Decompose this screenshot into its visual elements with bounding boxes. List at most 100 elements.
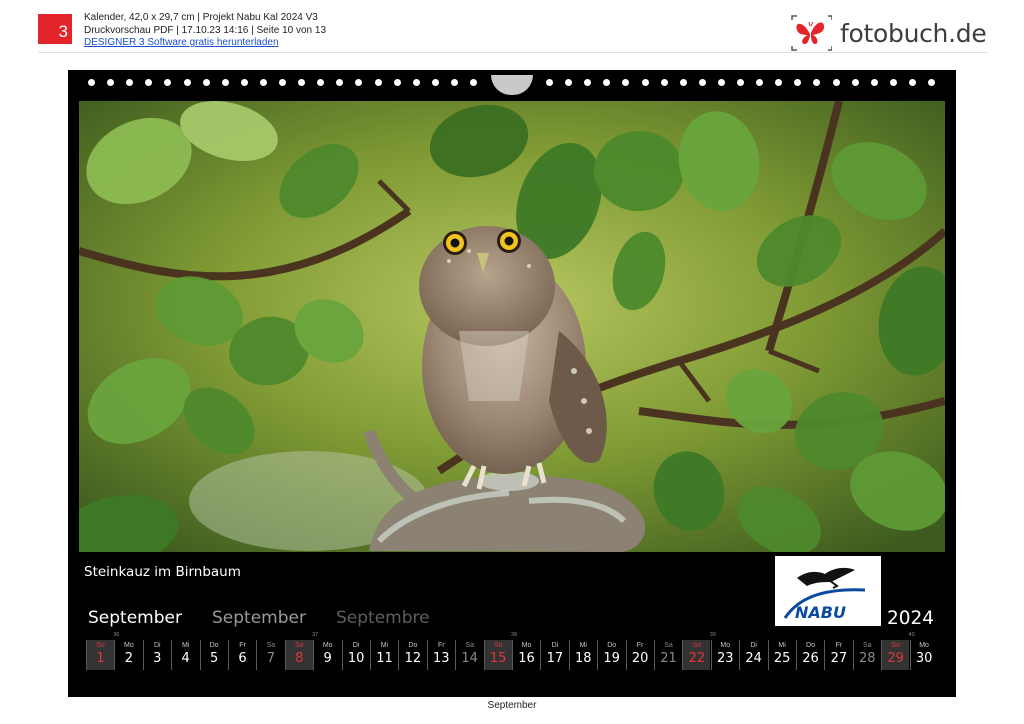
binding-hole (660, 79, 668, 86)
weekday-label: Mo (521, 642, 532, 649)
binding-hole (698, 79, 706, 86)
weekday-label: Fr (239, 642, 246, 649)
binding-hole (546, 79, 553, 86)
calendar-day-9: 37 Mo 9 (312, 632, 341, 670)
weekday-label: Fr (636, 642, 644, 649)
binding-hole (794, 79, 802, 86)
spiral-binding (68, 75, 956, 95)
calendar-page: Steinkauz im Birnbaum NABU September Sep… (68, 70, 956, 697)
calendar-day-19: Do 19 (597, 640, 625, 670)
weekday-label: Do (607, 642, 617, 649)
binding-hole (240, 79, 248, 86)
week-number: 36 (113, 632, 120, 638)
binding-hole (565, 79, 573, 86)
calendar-day-16: 38 Mo 16 (511, 632, 540, 670)
calendar-day-8: So 8 (284, 640, 313, 670)
binding-hole (164, 79, 172, 86)
weekday-label: So (96, 642, 105, 649)
hanger-cutout (491, 75, 533, 95)
page-number: 3 (58, 22, 68, 41)
calendar-day-2: 36 Mo 2 (113, 632, 142, 670)
header-divider (38, 52, 988, 53)
page-footer: September (487, 700, 537, 711)
calendar-day-17: Di 17 (540, 640, 568, 670)
weekday-label: So (891, 642, 900, 649)
day-grid: So 1 36 Mo 2 Di 3 Mi 4 Do 5 Fr 6 Sa 7 So 8 37 Mo 9 Di 10 Mi 11 D… (86, 632, 938, 675)
owl-photo-image (79, 101, 945, 552)
binding-hole (889, 79, 897, 86)
day-number: 28 (859, 651, 876, 666)
day-number: 30 (915, 651, 933, 666)
binding-hole (183, 79, 191, 86)
binding-hole (622, 79, 630, 86)
binding-hole (145, 79, 153, 86)
binding-hole (298, 79, 306, 86)
binding-hole (737, 79, 744, 86)
designer-download-link[interactable]: DESIGNER 3 Software gratis herunterladen (84, 37, 279, 48)
day-number: 14 (461, 651, 478, 666)
binding-hole (928, 79, 935, 86)
weekday-label: So (493, 642, 503, 649)
day-number: 18 (575, 651, 592, 666)
calendar-day-21: Sa 21 (654, 640, 682, 670)
calendar-day-14: Sa 14 (455, 640, 483, 670)
day-number: 25 (773, 651, 791, 666)
binding-hole (355, 79, 363, 86)
binding-hole (908, 79, 916, 86)
day-number: 11 (376, 651, 393, 666)
month-german: September (88, 608, 182, 628)
month-english: September (212, 608, 306, 628)
nabu-logo-text: NABU (795, 603, 846, 622)
photo-caption: Steinkauz im Birnbaum (84, 564, 241, 580)
meta-preview-line: Druckvorschau PDF | 17.10.23 14:16 | Sei… (84, 24, 327, 36)
weekday-label: So (692, 642, 702, 649)
binding-hole (641, 79, 649, 86)
weekday-label: Mi (778, 642, 786, 649)
day-number: 16 (518, 651, 535, 666)
calendar-day-11: Mi 11 (370, 640, 398, 670)
weekday-label: So (295, 642, 304, 649)
weekday-label: Di (551, 642, 559, 649)
calendar-day-10: Di 10 (341, 640, 370, 670)
binding-hole (431, 79, 439, 86)
day-number: 19 (603, 651, 620, 666)
calendar-day-4: Mi 4 (171, 640, 199, 670)
day-number: 22 (688, 651, 706, 666)
calendar-day-1: So 1 (86, 640, 114, 670)
binding-hole (336, 79, 344, 86)
binding-hole (717, 79, 725, 86)
day-number: 29 (887, 651, 904, 666)
calendar-day-30: 40 Mo 30 (909, 632, 938, 670)
binding-hole (470, 79, 477, 86)
calendar-day-7: Sa 7 (256, 640, 284, 670)
binding-hole (851, 79, 859, 86)
binding-hole (756, 79, 764, 86)
binding-hole (317, 79, 325, 86)
weekday-label: Mo (720, 642, 731, 649)
binding-hole (374, 79, 382, 86)
weekday-label: Mo (322, 642, 333, 649)
weekday-label: Sa (266, 642, 276, 649)
weekday-label: Di (153, 642, 161, 649)
brand-logo[interactable]: fotobuch.de (788, 14, 987, 52)
weekday-label: Fr (437, 642, 445, 649)
day-number: 17 (546, 651, 564, 666)
binding-hole (126, 79, 134, 86)
day-number: 3 (153, 651, 162, 666)
weekday-label: Do (209, 642, 219, 649)
day-number: 6 (238, 651, 247, 666)
week-number: 37 (312, 632, 319, 638)
calendar-day-26: Do 26 (796, 640, 824, 670)
weekday-label: Sa (465, 642, 474, 649)
weekday-label: Mo (919, 642, 929, 649)
calendar-day-20: Fr 20 (625, 640, 654, 670)
binding-hole (202, 79, 210, 86)
weekday-label: Di (352, 642, 360, 649)
weekday-label: Mi (579, 642, 587, 649)
calendar-day-29: So 29 (881, 640, 910, 670)
calendar-day-12: Do 12 (398, 640, 426, 670)
calendar-day-24: Di 24 (739, 640, 767, 670)
calendar-day-3: Di 3 (142, 640, 171, 670)
calendar-day-13: Fr 13 (426, 640, 455, 670)
calendar-day-27: Fr 27 (824, 640, 852, 670)
